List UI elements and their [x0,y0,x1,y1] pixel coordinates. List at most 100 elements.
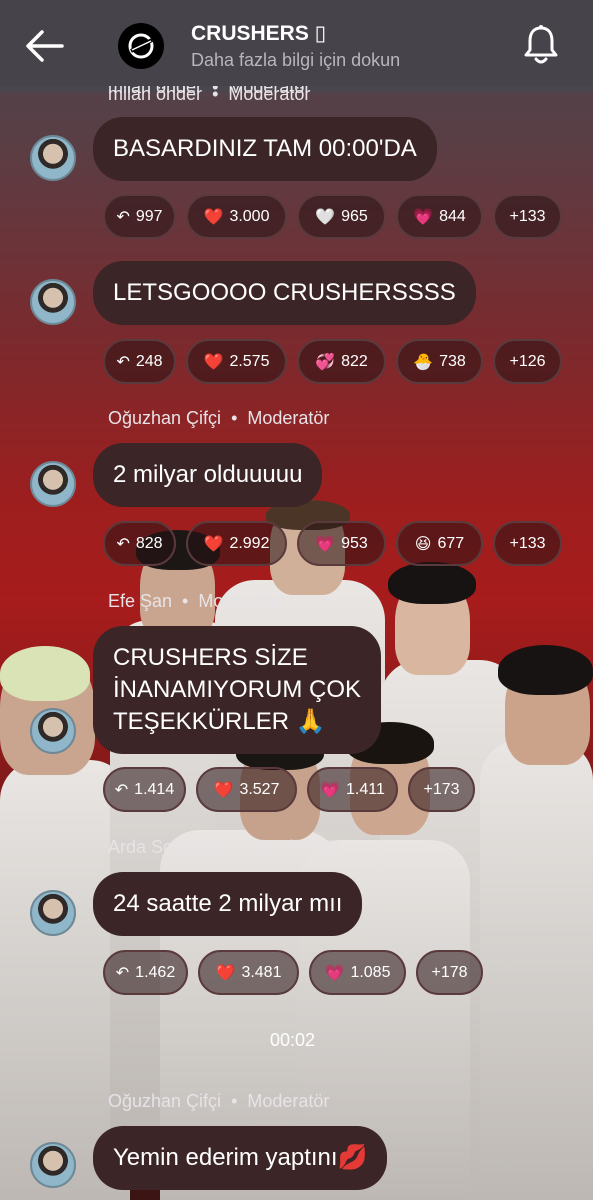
reaction-count: 248 [135,352,163,370]
reaction-count: +133 [509,534,546,552]
message-bubble[interactable]: 2 milyar olduuuuu [93,443,323,507]
growing-heart-icon: 💗 [320,781,341,799]
reaction-chip[interactable]: ❤️ 3.481 [198,950,299,995]
reaction-chip[interactable]: 💗 1.085 [309,950,406,995]
reply-icon: ↶ [115,964,130,982]
reply-icon: ↶ [114,781,129,799]
reaction-chip[interactable]: ❤️ 2.992 [186,521,287,566]
reaction-count: 3.481 [241,963,282,981]
reply-count-chip[interactable]: ↶ 828 [103,521,176,566]
reaction-count: 965 [341,207,368,225]
message-text: LETSGOOOO CRUSHERSSSS [113,279,456,306]
sender-row: Efe Şan • Moderatör [108,591,281,611]
bell-icon[interactable] [522,23,560,67]
message-text: Yemin ederim yaptını💋 [113,1144,368,1171]
moderator-label: Moderatör [247,408,330,428]
reaction-chip[interactable]: 💞 822 [297,339,386,384]
reaction-count: 953 [341,534,368,552]
more-reactions-chip[interactable]: +178 [416,950,483,995]
sender-row-clipped: milan önder • Moderatör [108,86,408,102]
white-heart-icon: 🤍 [315,208,336,226]
laughing-face-icon: 😆 [414,535,432,553]
message-text: 2 milyar olduuuuu [113,461,303,488]
crushers-logo-icon [128,33,154,59]
channel-subtitle[interactable]: Daha fazla bilgi için dokun [191,50,400,71]
reaction-count: 3.000 [229,207,270,225]
channel-title[interactable]: CRUSHERS ▯ [191,21,326,46]
reaction-count: 1.085 [350,963,391,981]
sender-avatar[interactable] [30,461,76,507]
reply-count-chip[interactable]: ↶ 248 [103,339,176,384]
sender-avatar[interactable] [30,708,76,754]
moderator-label: Moderatör [228,86,311,97]
reaction-count: +173 [423,780,460,798]
red-heart-icon: ❤️ [203,208,224,226]
sender-name[interactable]: Oğuzhan Çifçi [108,408,221,428]
sender-avatar[interactable] [30,890,76,936]
sender-name[interactable]: Oğuzhan Çifçi [108,1091,221,1111]
more-reactions-chip[interactable]: +173 [408,767,475,812]
hatching-chick-icon: 🐣 [413,353,434,371]
reaction-count: 2.575 [229,352,270,370]
more-reactions-chip[interactable]: +126 [493,339,562,384]
reaction-count: +178 [431,963,468,981]
message-bubble[interactable]: BASARDINIZ TAM 00:00'DA [93,117,437,181]
reaction-count: 1.411 [346,780,385,798]
red-heart-icon: ❤️ [203,535,224,553]
moderator-label: Moderatör [258,837,341,857]
message-text: 24 saatte 2 milyar mıı [113,890,343,917]
message-text: BASARDINIZ TAM 00:00'DA [113,135,417,162]
growing-heart-icon: 💗 [324,964,345,982]
more-reactions-chip[interactable]: +133 [493,194,562,239]
reaction-count: 3.527 [239,780,280,798]
sender-row: Oğuzhan Çifçi • Moderatör [108,1091,330,1111]
reaction-chip[interactable]: 😆 677 [396,521,483,566]
sender-avatar[interactable] [30,135,76,181]
reaction-chip[interactable]: 💗 1.411 [307,767,398,812]
reaction-chip[interactable]: ❤️ 3.527 [196,767,297,812]
reaction-chip[interactable]: 🐣 738 [396,339,483,384]
reaction-count: 1.414 [134,780,175,798]
back-arrow-icon[interactable] [22,26,68,66]
growing-heart-icon: 💗 [413,208,434,226]
reply-count-chip[interactable]: ↶ 1.462 [103,950,188,995]
reply-icon: ↶ [116,535,130,553]
message-text-line: İNANAMIYORUM ÇOK [113,676,362,703]
message-bubble[interactable]: Yemin ederim yaptını💋 [93,1126,388,1190]
message-text-line: CRUSHERS SİZE [113,644,308,671]
reaction-chip[interactable]: 🤍 965 [297,194,386,239]
reply-count-chip[interactable]: ↶ 1.414 [103,767,186,812]
reaction-chip[interactable]: ❤️ 3.000 [186,194,287,239]
more-reactions-chip[interactable]: +133 [493,521,562,566]
reaction-count: +126 [509,352,546,370]
red-heart-icon: ❤️ [213,781,234,799]
reaction-count: 997 [135,207,163,225]
moderator-label: Moderatör [198,591,281,611]
reaction-count: 844 [439,207,466,225]
reaction-count: 738 [439,352,466,370]
two-hearts-icon: 💞 [315,353,336,371]
reply-count-chip[interactable]: ↶ 997 [103,194,176,239]
message-bubble[interactable]: CRUSHERS SİZE İNANAMIYORUM ÇOK TEŞEKKÜRL… [93,626,382,754]
reply-icon: ↶ [116,208,130,226]
sender-name[interactable]: Arda Soydoğan [108,837,232,857]
sender-name: milan önder [108,86,203,97]
message-bubble[interactable]: 24 saatte 2 milyar mıı [93,872,363,936]
reaction-count: 822 [341,352,368,370]
sender-name[interactable]: Efe Şan [108,591,172,611]
channel-logo[interactable] [118,23,164,69]
reaction-chip[interactable]: 💗 844 [396,194,483,239]
timestamp: 00:02 [270,1030,316,1050]
sender-row: Arda Soydoğan • Moderatör [108,837,341,857]
message-bubble[interactable]: LETSGOOOO CRUSHERSSSS [93,261,476,325]
red-heart-icon: ❤️ [203,353,224,371]
reaction-count: 1.462 [135,963,176,981]
reaction-chip[interactable]: 💗 953 [297,521,386,566]
reply-icon: ↶ [116,353,130,371]
reaction-count: 828 [135,534,163,552]
reaction-chip[interactable]: ❤️ 2.575 [186,339,287,384]
sender-avatar[interactable] [30,1142,76,1188]
sender-avatar[interactable] [30,279,76,325]
reaction-count: 2.992 [229,534,270,552]
reaction-count: 677 [437,534,465,552]
